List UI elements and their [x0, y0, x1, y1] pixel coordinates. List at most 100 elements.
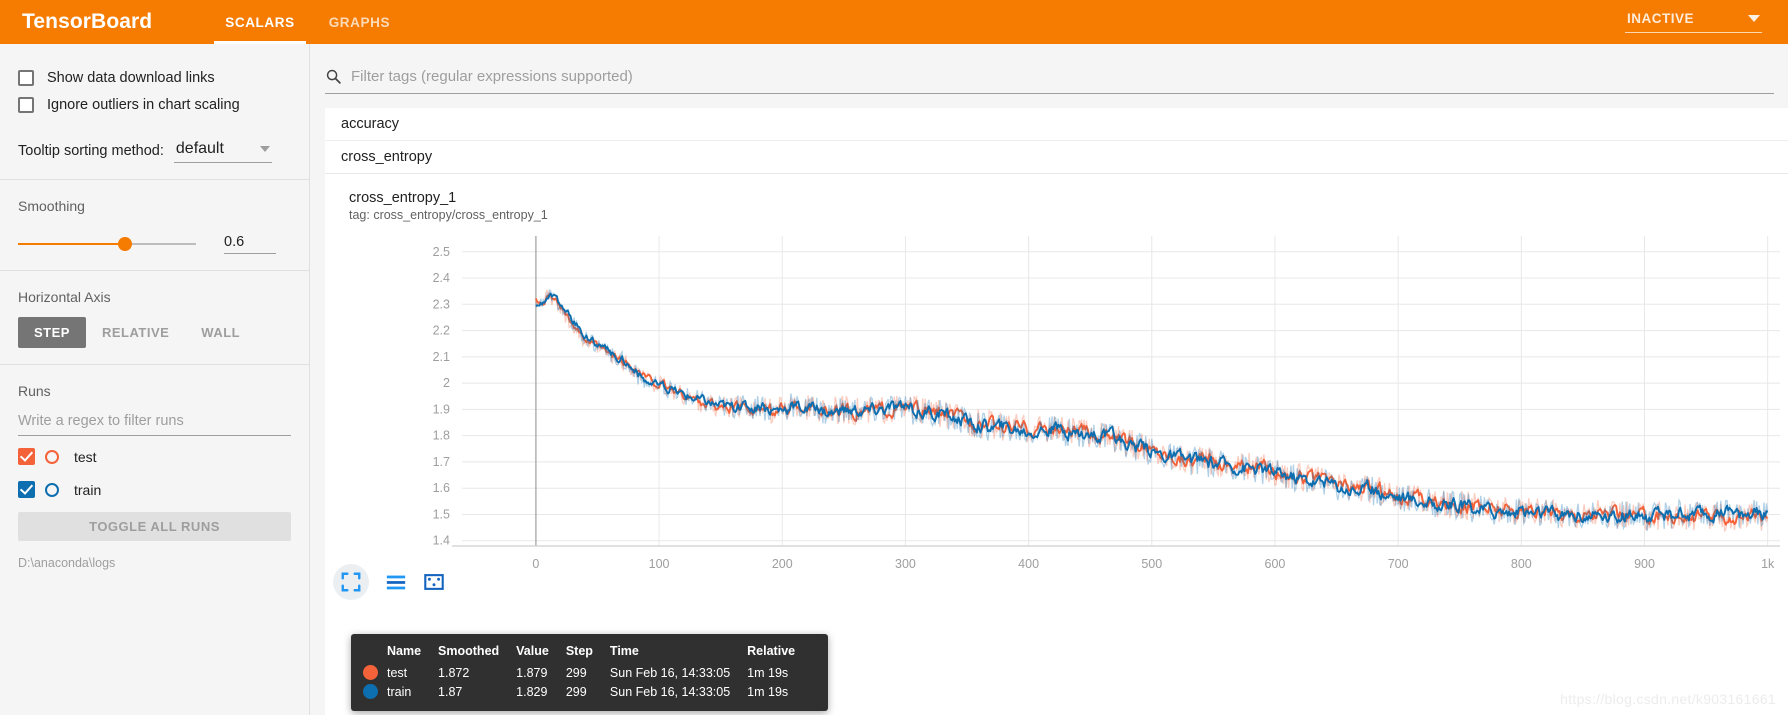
x-axis-tick-label: 500	[1141, 557, 1162, 571]
tab-graphs[interactable]: GRAPHS	[312, 0, 407, 44]
y-axis-tick-label: 1.7	[433, 455, 450, 469]
tooltip-col-value: Value	[516, 644, 549, 658]
axis-option-relative[interactable]: RELATIVE	[86, 317, 185, 348]
tooltip-test-value: 1.879	[516, 665, 548, 680]
app-brand: TensorBoard	[22, 10, 153, 33]
run-test-label: test	[74, 448, 97, 465]
x-axis-tick-label: 100	[649, 557, 670, 571]
series-color-dot	[363, 665, 378, 680]
fit-domain-icon[interactable]	[423, 571, 445, 593]
tab-scalars[interactable]: SCALARS	[208, 0, 311, 44]
run-train-color-dot	[45, 482, 59, 497]
x-axis-tick-label: 200	[772, 557, 793, 571]
series-color-dot	[363, 684, 378, 699]
tooltip-col-relative: Relative	[747, 644, 796, 658]
divider	[0, 270, 309, 271]
run-test-checkbox[interactable]	[18, 448, 35, 465]
tag-group-accuracy[interactable]: accuracy	[325, 108, 1788, 141]
fullscreen-glyph	[341, 572, 361, 592]
tooltip-col-time: Time	[609, 644, 639, 658]
horizontal-axis-title: Horizontal Axis	[18, 289, 111, 305]
x-axis-tick-label: 300	[895, 557, 916, 571]
tooltip-train-smoothed: 1.87	[438, 684, 463, 699]
y-axis-tick-label: 2	[443, 376, 450, 390]
tooltip-train-time: Sun Feb 16, 14:33:05	[609, 684, 731, 699]
ignore-outliers-checkbox[interactable]	[18, 96, 34, 113]
tag-filter-input[interactable]: Filter tags (regular expressions support…	[351, 68, 633, 85]
run-item-train[interactable]: train	[18, 477, 291, 502]
horizontal-axis-options: STEP RELATIVE WALL	[18, 317, 291, 348]
tag-accordion: accuracy cross_entropy	[325, 108, 1788, 174]
tooltip-dot-train	[363, 682, 387, 701]
y-axis-tick-label: 2.4	[433, 271, 450, 285]
reload-status-select[interactable]: INACTIVE	[1624, 9, 1762, 33]
toggle-all-runs-button[interactable]: TOGGLE ALL RUNS	[18, 512, 291, 541]
divider	[0, 364, 309, 365]
run-train-checkbox[interactable]	[18, 481, 35, 498]
run-train-label: train	[74, 481, 102, 498]
x-axis-tick-label: 400	[1018, 557, 1039, 571]
y-axis-tick-label: 2.2	[433, 324, 450, 338]
fullscreen-icon[interactable]	[333, 564, 369, 600]
show-download-links-checkbox[interactable]	[18, 69, 34, 86]
smoothing-value-input[interactable]: 0.6	[224, 234, 276, 254]
x-axis-tick-label: 800	[1511, 557, 1532, 571]
y-axis-tick-label: 2.1	[433, 350, 450, 364]
chart-title: cross_entropy_1	[349, 190, 457, 206]
tag-group-cross-entropy[interactable]: cross_entropy	[325, 141, 1788, 174]
main-tabs: SCALARS GRAPHS	[208, 0, 407, 44]
x-axis-tick-label: 900	[1634, 557, 1655, 571]
chart-tooltip: Name Smoothed Value Step Time Relative t…	[351, 634, 829, 711]
smoothing-slider[interactable]	[18, 237, 196, 251]
chart-toolbar	[333, 564, 445, 600]
tooltip-sorting-value: default	[175, 140, 224, 157]
tooltip-table: Name Smoothed Value Step Time Relative t…	[363, 644, 812, 701]
option-show-download-links[interactable]: Show data download links	[18, 64, 291, 91]
y-axis-tick-label: 2.3	[433, 297, 450, 311]
axis-scale-icon[interactable]	[385, 571, 407, 593]
axis-option-wall[interactable]: WALL	[185, 317, 256, 348]
tensorboard-app: TensorBoard SCALARS GRAPHS INACTIVE Show…	[0, 0, 1788, 715]
tag-filter-bar[interactable]: Filter tags (regular expressions support…	[325, 60, 1774, 94]
logdir-path: D:\anaconda\logs	[18, 556, 116, 570]
chevron-down-icon	[1748, 15, 1760, 22]
tab-graphs-label: GRAPHS	[328, 14, 391, 30]
runs-filter-input[interactable]: Write a regex to filter runs	[18, 413, 291, 436]
x-axis-tick-label: 0	[532, 557, 539, 571]
tooltip-sorting-row: Tooltip sorting method: default	[18, 140, 291, 163]
axis-option-step[interactable]: STEP	[18, 317, 86, 348]
tooltip-test-smoothed: 1.872	[438, 665, 470, 680]
x-axis-tick-label: 600	[1265, 557, 1286, 571]
tooltip-train-step: 299	[565, 684, 587, 699]
runs-title: Runs	[18, 383, 51, 399]
show-download-links-label: Show data download links	[47, 69, 215, 86]
watermark: https://blog.csdn.net/k903161661	[1560, 691, 1776, 707]
main-content: Filter tags (regular expressions support…	[311, 44, 1788, 715]
smoothing-slider-thumb[interactable]	[117, 237, 132, 251]
sidebar-options: Show data download links Ignore outliers…	[18, 44, 291, 118]
tooltip-train-name: train	[387, 684, 412, 699]
tag-group-cross-entropy-label: cross_entropy	[341, 149, 433, 165]
y-axis-tick-label: 1.4	[433, 534, 450, 548]
tooltip-col-smoothed: Smoothed	[438, 644, 500, 658]
chart-tag-path: tag: cross_entropy/cross_entropy_1	[349, 208, 548, 222]
y-axis-tick-label: 1.8	[433, 429, 450, 443]
smoothing-row: 0.6	[18, 234, 291, 254]
tooltip-sorting-dropdown[interactable]: default	[173, 140, 272, 163]
y-axis-tick-label: 1.6	[433, 481, 450, 495]
tooltip-dot-test	[363, 663, 387, 682]
line-chart[interactable]: 1.4 1.5 1.6 1.7 1.8 1.9 2 2.1 2.2 2.3 2.4 2.5 0 100 20…	[325, 226, 1788, 586]
run-item-test[interactable]: test	[18, 444, 291, 469]
option-ignore-outliers[interactable]: Ignore outliers in chart scaling	[18, 91, 291, 118]
search-icon	[326, 69, 341, 84]
tooltip-train-value: 1.829	[516, 684, 548, 699]
chevron-down-icon	[259, 146, 270, 152]
tooltip-row-test: test 1.872 1.879 299 Sun Feb 16, 14:33:0…	[363, 663, 812, 682]
ignore-outliers-label: Ignore outliers in chart scaling	[47, 96, 240, 113]
run-test-color-dot	[45, 449, 59, 464]
y-axis-tick-label: 1.5	[433, 507, 450, 521]
smoothing-slider-fill	[18, 243, 125, 245]
tooltip-col-dot	[363, 644, 387, 663]
app-header: TensorBoard SCALARS GRAPHS INACTIVE	[0, 0, 1788, 44]
tooltip-test-name: test	[387, 665, 408, 680]
